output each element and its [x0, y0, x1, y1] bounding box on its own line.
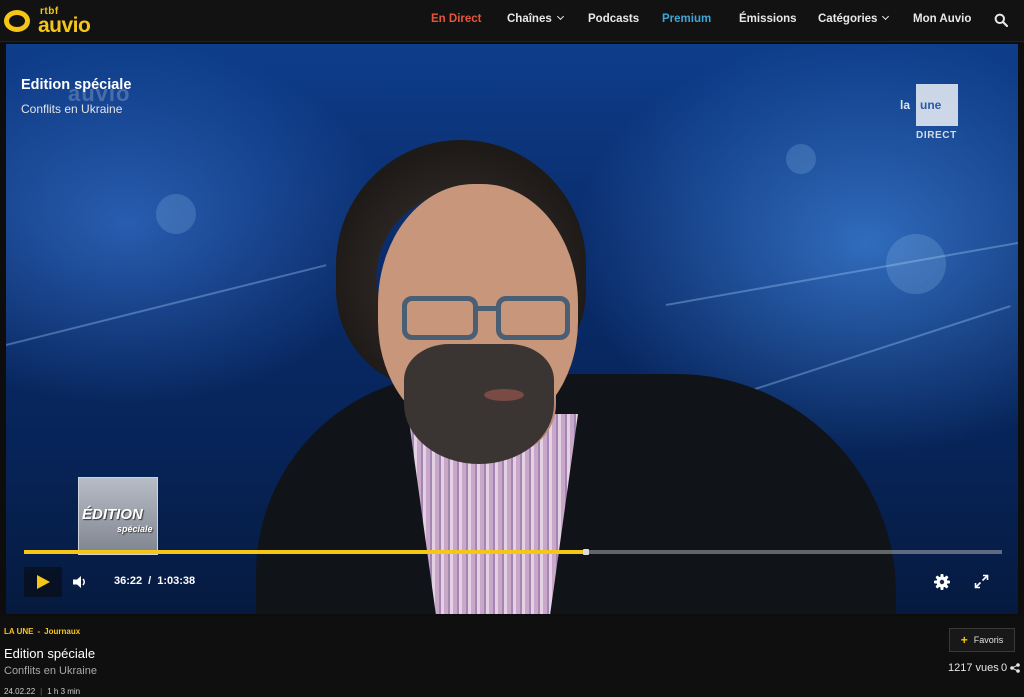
share-count: 0	[1001, 662, 1008, 674]
search-icon[interactable]	[994, 13, 1008, 27]
nav-categories[interactable]: Catégories	[818, 12, 890, 25]
top-navigation-bar: rtbf auvio En Direct Chaînes Podcasts Pr…	[0, 0, 1024, 42]
background-light	[6, 264, 327, 346]
video-player[interactable]: auvio Edition spéciale Conflits en Ukrai…	[6, 44, 1018, 614]
nav-chaines-label: Chaînes	[507, 13, 552, 25]
channel-prefix: la	[900, 98, 911, 112]
volume-icon[interactable]	[72, 574, 88, 590]
breadcrumb-separator: -	[37, 627, 41, 636]
chevron-down-icon	[882, 12, 890, 21]
background-light	[665, 241, 1018, 306]
presenter-glasses	[402, 296, 478, 340]
program-badge-line2: spéciale	[117, 524, 153, 534]
channel-logo: la une DIRECT	[900, 82, 960, 142]
play-button[interactable]	[24, 567, 62, 597]
logo-ring-icon	[4, 10, 30, 32]
progress-handle[interactable]	[583, 549, 589, 555]
nav-emissions[interactable]: Émissions	[739, 13, 797, 25]
nav-podcasts[interactable]: Podcasts	[588, 13, 639, 25]
total-duration: 1:03:38	[157, 575, 196, 587]
play-icon	[37, 575, 50, 589]
progress-bar[interactable]	[24, 549, 1002, 555]
program-length: 1 h 3 min	[47, 687, 81, 696]
favorite-button[interactable]: + Favoris	[949, 628, 1015, 652]
logo-auvio-text: auvio	[38, 14, 91, 37]
favorite-label: Favoris	[973, 635, 1004, 645]
time-separator: /	[148, 575, 152, 587]
nav-mon-auvio[interactable]: Mon Auvio	[913, 13, 971, 25]
program-info: LA UNE - Journaux Edition spéciale Conflit…	[0, 616, 1024, 697]
fullscreen-icon[interactable]	[974, 574, 989, 589]
nav-premium[interactable]: Premium	[662, 13, 711, 25]
plus-icon: +	[960, 633, 968, 647]
view-count: 1217 vues	[948, 662, 999, 674]
presenter-jacket	[256, 374, 896, 614]
breadcrumb-category[interactable]: Journaux	[44, 627, 80, 636]
current-time: 36:22	[114, 575, 143, 587]
background-bokeh	[786, 144, 816, 174]
presenter-glasses	[476, 306, 498, 311]
progress-fill	[24, 550, 583, 554]
time-readout: 36:22 / 1:03:38	[114, 575, 195, 587]
breadcrumb-channel[interactable]: LA UNE	[4, 627, 33, 636]
breadcrumb: LA UNE - Journaux	[4, 627, 80, 636]
live-status: DIRECT	[916, 130, 957, 141]
gear-icon[interactable]	[934, 574, 950, 590]
presenter-glasses	[496, 296, 570, 340]
program-badge-line1: ÉDITION	[82, 506, 143, 523]
program-badge: ÉDITION spéciale	[78, 477, 158, 555]
background-bokeh	[156, 194, 196, 234]
nav-en-direct[interactable]: En Direct	[431, 13, 482, 25]
video-subtitle: Conflits en Ukraine	[21, 102, 123, 116]
broadcast-date: 24.02.22	[4, 687, 36, 696]
share-icon[interactable]	[1010, 663, 1020, 673]
program-title: Edition spéciale	[4, 646, 96, 661]
presenter-beard	[404, 344, 554, 464]
channel-name: une	[920, 98, 942, 112]
meta-separator: |	[40, 687, 43, 696]
nav-chaines[interactable]: Chaînes	[507, 12, 564, 25]
presenter-mouth	[484, 389, 524, 401]
auvio-logo[interactable]: rtbf auvio	[4, 4, 104, 38]
program-meta: 24.02.22 | 1 h 3 min	[4, 687, 80, 696]
background-bokeh	[886, 234, 946, 294]
nav-categories-label: Catégories	[818, 13, 878, 25]
program-subtitle: Conflits en Ukraine	[4, 665, 97, 677]
chevron-down-icon	[556, 12, 564, 21]
video-title: Edition spéciale	[21, 77, 132, 93]
